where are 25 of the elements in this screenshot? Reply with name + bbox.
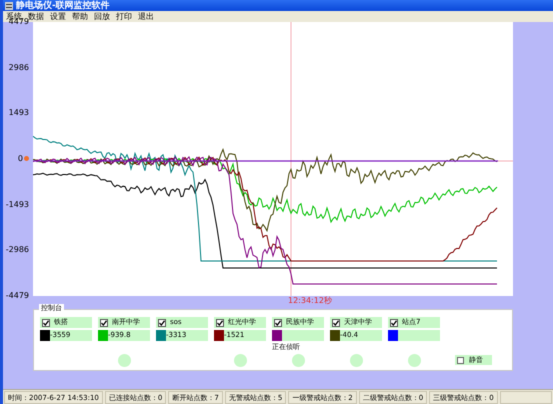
axis-label: -4479 bbox=[6, 290, 29, 301]
axis-label: 1493 bbox=[8, 108, 29, 118]
status-panel bbox=[500, 390, 552, 404]
axis-label: -1493 bbox=[6, 200, 29, 210]
checkbox[interactable] bbox=[216, 318, 224, 326]
menu-item[interactable]: 回放 bbox=[94, 12, 110, 22]
axis-label: 4479 bbox=[8, 17, 29, 27]
axis-label: 2986 bbox=[8, 62, 29, 73]
checkbox[interactable] bbox=[158, 318, 166, 326]
window-title: 静电场仪-联网监控软件 bbox=[16, 0, 110, 10]
menu-item[interactable]: 打印 bbox=[116, 12, 132, 22]
menu-item[interactable]: 设置 bbox=[50, 12, 66, 22]
cursor-time: 12:34:12秒 bbox=[288, 296, 332, 306]
checkbox[interactable] bbox=[100, 318, 108, 326]
checkbox[interactable] bbox=[42, 318, 50, 326]
menu-item[interactable]: 数据 bbox=[28, 12, 44, 22]
menu-item[interactable]: 退出 bbox=[138, 12, 154, 22]
checkbox[interactable] bbox=[332, 318, 340, 326]
axis-label: 0 bbox=[18, 154, 23, 164]
app-icon bbox=[5, 2, 13, 10]
marker-icon bbox=[24, 156, 29, 162]
checkbox[interactable] bbox=[390, 318, 398, 326]
menu-item[interactable]: 帮助 bbox=[72, 12, 88, 22]
checkbox[interactable] bbox=[274, 318, 282, 326]
axis-label: -2986 bbox=[6, 245, 29, 256]
